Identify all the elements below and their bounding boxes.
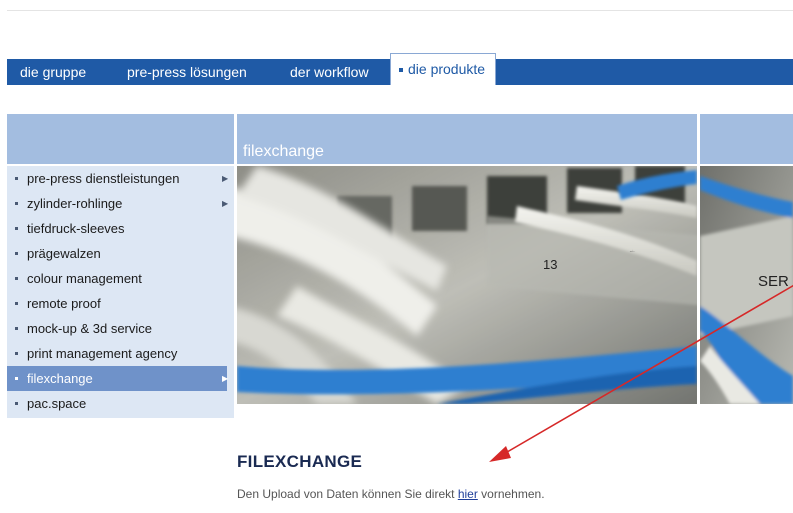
sidebar-item-label: pre-press dienstleistungen bbox=[27, 171, 180, 186]
bullet-icon bbox=[15, 202, 18, 205]
sidebar-item-zylinder-rohlinge[interactable]: zylinder-rohlinge ▶ bbox=[7, 191, 234, 216]
switch-label-ser: SER bbox=[758, 273, 789, 290]
chevron-right-icon: ▶ bbox=[222, 374, 229, 383]
sidebar-item-colour-management[interactable]: colour management bbox=[7, 266, 234, 291]
bullet-icon bbox=[15, 402, 18, 405]
sidebar-item-praegewalzen[interactable]: prägewalzen bbox=[7, 241, 234, 266]
content-header: filexchange bbox=[237, 114, 697, 164]
sidebar-item-label: tiefdruck-sleeves bbox=[27, 221, 125, 236]
sidebar-item-label: colour management bbox=[27, 271, 142, 286]
paragraph-text-end: vornehmen. bbox=[477, 487, 545, 501]
sidebar-item-tiefdruck-sleeves[interactable]: tiefdruck-sleeves bbox=[7, 216, 234, 241]
sidebar-item-mock-up-3d-service[interactable]: mock-up & 3d service bbox=[7, 316, 234, 341]
network-switch-photo-side: SER bbox=[700, 166, 793, 404]
page-title: filexchange bbox=[243, 143, 324, 160]
bullet-icon bbox=[15, 277, 18, 280]
bullet-icon bbox=[15, 302, 18, 305]
sidebar-header bbox=[7, 114, 234, 164]
chevron-right-icon: ▶ bbox=[222, 199, 229, 208]
sidebar-item-label: prägewalzen bbox=[27, 246, 101, 261]
sidebar-menu: pre-press dienstleistungen ▶ zylinder-roh… bbox=[7, 166, 234, 418]
tab-label: die produkte bbox=[408, 61, 486, 77]
sidebar-item-label: filexchange bbox=[27, 371, 93, 386]
upload-link[interactable]: hier bbox=[458, 487, 478, 501]
sidebar-item-filexchange[interactable]: filexchange ▶ bbox=[7, 366, 229, 391]
bullet-icon bbox=[15, 227, 18, 230]
active-tab-bullet bbox=[399, 68, 403, 73]
sidebar-item-remote-proof[interactable]: remote proof bbox=[7, 291, 234, 316]
tab-der-workflow[interactable]: der workflow bbox=[290, 59, 369, 85]
bullet-icon bbox=[15, 352, 18, 355]
sidebar-item-print-management-agency[interactable]: print management agency bbox=[7, 341, 234, 366]
tab-pre-press-loesungen[interactable]: pre-press lösungen bbox=[127, 59, 247, 85]
paragraph-text: Den Upload von Daten können Sie direkt bbox=[237, 487, 458, 501]
sidebar-item-label: remote proof bbox=[27, 296, 101, 311]
chevron-right-icon: ▶ bbox=[222, 174, 229, 183]
sidebar-item-label: zylinder-rohlinge bbox=[27, 196, 123, 211]
tab-die-gruppe[interactable]: die gruppe bbox=[20, 59, 86, 85]
right-panel-header bbox=[700, 114, 793, 164]
bullet-icon bbox=[15, 377, 18, 380]
network-switch-photo: 13 14 bbox=[237, 166, 697, 404]
upload-paragraph: Den Upload von Daten können Sie direkt h… bbox=[237, 487, 545, 501]
bullet-icon bbox=[15, 252, 18, 255]
section-heading: FILEXCHANGE bbox=[237, 452, 363, 471]
top-divider bbox=[7, 10, 793, 11]
port-label-13: 13 bbox=[543, 257, 557, 272]
tab-die-produkte[interactable]: die produkte bbox=[390, 53, 497, 85]
bullet-icon bbox=[15, 177, 18, 180]
bullet-icon bbox=[15, 327, 18, 330]
sidebar-item-pac-space[interactable]: pac.space bbox=[7, 391, 234, 416]
sidebar-item-label: mock-up & 3d service bbox=[27, 321, 152, 336]
main-navigation: die gruppe pre-press lösungen der workfl… bbox=[7, 53, 793, 85]
sidebar-item-pre-press-dienstleistungen[interactable]: pre-press dienstleistungen ▶ bbox=[7, 166, 234, 191]
sidebar-item-label: print management agency bbox=[27, 346, 178, 361]
sidebar-item-label: pac.space bbox=[27, 396, 87, 411]
